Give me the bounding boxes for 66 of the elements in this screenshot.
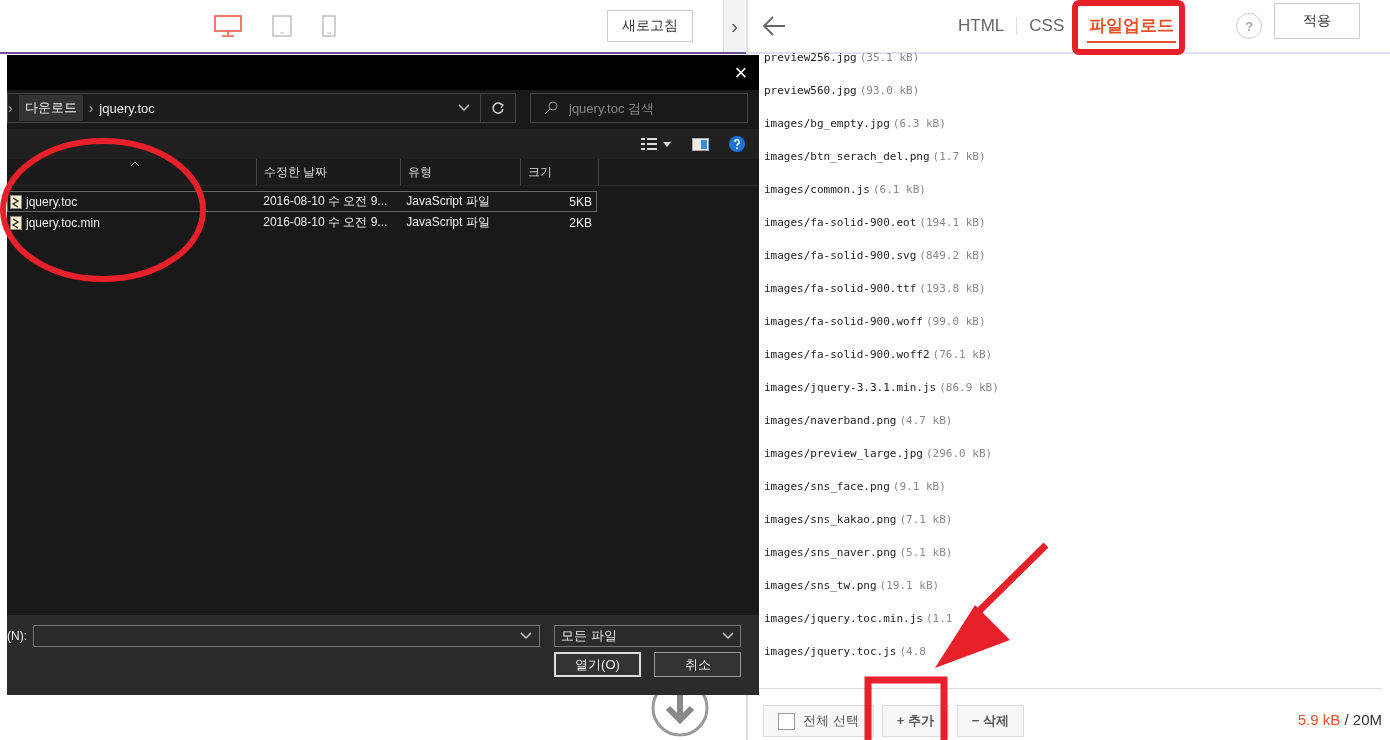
dropdown-icon[interactable] (458, 104, 470, 112)
tab[interactable]: HTML (956, 12, 1007, 40)
select-all-checkbox[interactable]: 전체 선택 (763, 705, 874, 737)
file-row[interactable]: jquery.toc 2016-08-10 수 오전 9... JavaScript 파일 5KB (7, 191, 597, 212)
column-header[interactable]: 수정한 날짜 (257, 159, 401, 185)
file-entry[interactable]: images/fa-solid-900.woff2 (76.1 kB) (764, 348, 993, 381)
close-button[interactable]: × (726, 55, 756, 90)
tab[interactable]: CSS (1027, 12, 1067, 40)
file-type: JavaScript 파일 (405, 193, 491, 210)
file-size: 5KB (568, 194, 593, 209)
file-entry[interactable]: images/jquery.toc.min.js (1.1 (764, 612, 953, 645)
script-file-icon (10, 194, 22, 209)
dropdown-icon (520, 632, 532, 640)
file-size: 2KB (568, 215, 593, 230)
expand-button[interactable]: › (723, 0, 745, 52)
file-date: 2016-08-10 수 오전 9... (262, 193, 389, 210)
file-name: jquery.toc (26, 194, 78, 209)
file-entry[interactable]: images/preview_large.jpg (296.0 kB) (764, 447, 993, 480)
storage-usage: 5.9 kB / 20M (1297, 710, 1382, 728)
help-icon[interactable] (729, 136, 745, 152)
file-entry[interactable]: images/jquery.toc.js (4.8 (764, 645, 926, 678)
file-entry[interactable]: images/sns_kakao.png (7.1 kB) (764, 513, 953, 546)
file-entry[interactable]: images/fa-solid-900.eot (194.1 kB) (764, 216, 986, 249)
address-bar[interactable]: › 다운로드 › jquery.toc (7, 93, 516, 123)
delete-button[interactable]: − 삭제 (956, 705, 1025, 737)
file-entry[interactable]: images/naverband.png (4.7 kB) (764, 414, 953, 447)
file-entry[interactable]: images/bg_empty.jpg (6.3 kB) (764, 117, 946, 150)
cancel-button[interactable]: 취소 (654, 652, 741, 677)
file-entry[interactable]: preview256.jpg (35.1 kB) (764, 51, 920, 84)
desktop-icon[interactable] (214, 15, 242, 37)
file-entry[interactable]: images/btn_serach_del.png (1.7 kB) (764, 150, 986, 183)
file-type: JavaScript 파일 (405, 214, 491, 231)
chevron-icon: › (8, 100, 13, 116)
file-date: 2016-08-10 수 오전 9... (262, 214, 389, 231)
search-icon (544, 101, 558, 115)
refresh-icon[interactable] (491, 101, 505, 115)
filetype-dropdown[interactable]: 모든 파일 (554, 625, 741, 647)
filename-label: (N): (7, 629, 28, 643)
breadcrumb[interactable]: jquery.toc (99, 100, 155, 116)
refresh-button[interactable]: 새로고침 (607, 10, 693, 42)
file-row[interactable]: jquery.toc.min 2016-08-10 수 오전 9... JavaScript 파일 2KB (7, 212, 597, 233)
column-header[interactable]: 유형 (401, 159, 521, 185)
dropdown-icon (722, 632, 734, 640)
preview-pane-icon[interactable] (692, 137, 709, 151)
apply-button[interactable]: 적용 (1274, 3, 1361, 39)
file-entry[interactable]: images/fa-solid-900.svg (849.2 kB) (764, 249, 986, 282)
column-header[interactable]: 크기 (521, 159, 599, 185)
breadcrumb[interactable]: 다운로드 (18, 95, 83, 121)
file-entry[interactable]: images/sns_naver.png (5.1 kB) (764, 546, 953, 579)
sort-caret-icon (130, 161, 140, 167)
file-entry[interactable]: preview560.jpg (93.0 kB) (764, 84, 920, 117)
view-options-icon[interactable] (640, 138, 672, 150)
back-arrow-icon[interactable] (762, 16, 786, 36)
script-file-icon (10, 215, 22, 230)
file-entry[interactable]: images/common.js (6.1 kB) (764, 183, 926, 216)
file-entry[interactable]: images/jquery-3.3.1.min.js (86.9 kB) (764, 381, 999, 414)
file-entry[interactable]: images/fa-solid-900.woff (99.0 kB) (764, 315, 986, 348)
filename-field[interactable] (33, 625, 540, 647)
search-field[interactable]: jquery.toc 검색 (530, 93, 748, 123)
open-button[interactable]: 열기(O) (554, 652, 641, 677)
tab[interactable]: 파일업로드 (1087, 9, 1177, 43)
file-entry[interactable]: images/fa-solid-900.ttf (193.8 kB) (764, 282, 986, 315)
file-entry[interactable]: images/sns_face.png (9.1 kB) (764, 480, 946, 513)
file-entry[interactable]: images/sns_tw.png (19.1 kB) (764, 579, 940, 612)
chevron-icon: › (88, 100, 94, 116)
file-name: jquery.toc.min (26, 215, 100, 230)
